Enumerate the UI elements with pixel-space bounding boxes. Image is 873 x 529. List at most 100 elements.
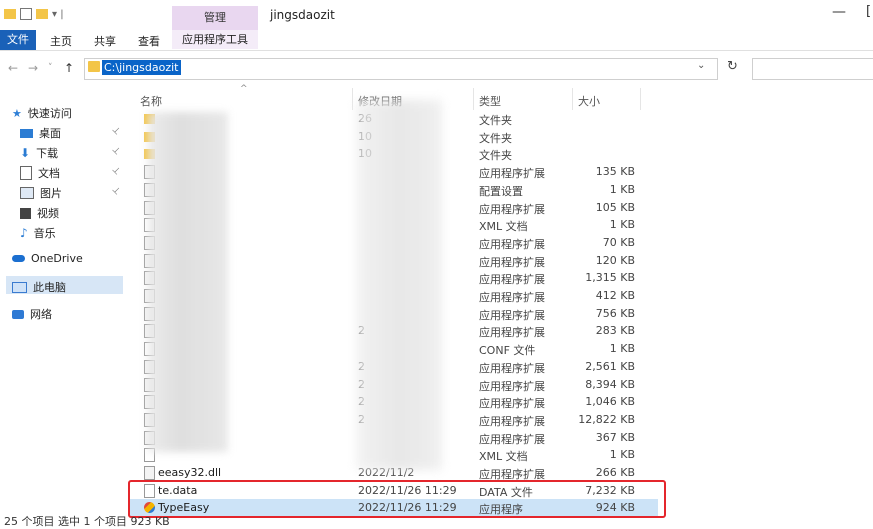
sidebar-item-network[interactable]: 网络 (12, 306, 52, 322)
tab-manage[interactable]: 管理 (172, 6, 258, 30)
redacted-region (356, 100, 442, 470)
file-type: 应用程序扩展 (479, 291, 545, 304)
sidebar-item-label: 下载 (36, 147, 59, 160)
maximize-button[interactable]: [ (866, 4, 871, 19)
pin-icon[interactable]: ⊥ (110, 125, 123, 138)
tab-view[interactable]: 查看 (138, 33, 160, 49)
new-folder-icon[interactable] (36, 9, 48, 19)
sidebar-item-label: 图片 (40, 187, 62, 200)
file-size: 8,394 KB (585, 378, 635, 391)
title-bar (0, 0, 873, 30)
sidebar-item-label: 音乐 (33, 227, 56, 240)
address-path[interactable]: C:\jingsdaozit (102, 60, 181, 75)
file-size: 266 KB (595, 466, 635, 479)
file-size: 367 KB (595, 431, 635, 444)
tab-share[interactable]: 共享 (94, 33, 116, 49)
file-type: 应用程序扩展 (479, 380, 545, 393)
file-type: 应用程序扩展 (479, 273, 545, 286)
music-icon: ♪ (20, 226, 28, 240)
up-icon[interactable]: ↑ (64, 61, 74, 75)
file-type: XML 文档 (479, 450, 528, 463)
file-size: 1,046 KB (585, 395, 635, 408)
sidebar-item-this-pc[interactable]: 此电脑 (12, 279, 66, 295)
window-title: jingsdaozit (270, 8, 335, 22)
video-icon (20, 207, 31, 219)
file-type: 应用程序扩展 (479, 433, 545, 446)
status-bar: 25 个项目 选中 1 个项目 923 KB (4, 515, 170, 528)
file-size: 70 KB (602, 236, 635, 249)
column-divider[interactable] (572, 88, 573, 110)
sidebar-item-label: 快速访问 (27, 107, 72, 120)
file-size: 412 KB (595, 289, 635, 302)
back-icon[interactable]: ← (8, 61, 18, 75)
sidebar-item-4[interactable]: 图片 (20, 185, 62, 201)
recent-locations-icon[interactable]: ˅ (48, 63, 53, 73)
file-size: 1 KB (609, 183, 635, 196)
customize-qat-button[interactable]: ▾ | (52, 9, 64, 20)
computer-icon (12, 281, 27, 293)
forward-icon[interactable]: → (28, 61, 38, 75)
sidebar-item-1[interactable]: 桌面 (20, 125, 61, 141)
file-type: 应用程序扩展 (479, 256, 545, 269)
sidebar-item-3[interactable]: 文档 (20, 165, 60, 181)
redacted-region (148, 112, 228, 452)
cloud-icon (12, 255, 25, 262)
column-divider[interactable] (473, 88, 474, 110)
file-type: 文件夹 (479, 114, 512, 127)
pin-icon[interactable]: ⊥ (110, 165, 123, 178)
sidebar-item-label: 此电脑 (33, 281, 66, 294)
column-header-size[interactable]: 大小 (578, 93, 600, 109)
star-icon: ★ (12, 106, 22, 120)
file-size: 2,561 KB (585, 360, 635, 373)
sidebar-item-label: 文档 (38, 167, 60, 180)
ribbon: 文件 主页 共享 查看 应用程序工具 (0, 30, 873, 51)
download-icon: ⬇ (20, 146, 31, 160)
refresh-icon[interactable]: ↻ (727, 59, 738, 74)
sidebar-item-label: 视频 (37, 207, 59, 220)
search-input[interactable] (752, 58, 873, 80)
file-type: 配置设置 (479, 185, 523, 198)
sidebar-item-6[interactable]: ♪ 音乐 (20, 225, 56, 241)
file-type: 应用程序扩展 (479, 397, 545, 410)
highlight-box (128, 480, 666, 518)
sidebar-item-2[interactable]: ⬇ 下载 (20, 145, 58, 161)
pin-icon[interactable]: ⊥ (110, 145, 123, 158)
file-size: 1 KB (609, 342, 635, 355)
file-size: 105 KB (595, 201, 635, 214)
file-type: 应用程序扩展 (479, 326, 545, 339)
desktop-icon (20, 128, 33, 138)
tab-app-tools[interactable]: 应用程序工具 (172, 30, 258, 50)
sidebar-item-5[interactable]: 视频 (20, 205, 59, 221)
sidebar-item-label: 桌面 (39, 127, 61, 140)
network-icon (12, 309, 24, 319)
file-type: XML 文档 (479, 220, 528, 233)
file-size: 756 KB (595, 307, 635, 320)
sidebar-item-label: 网络 (30, 308, 52, 321)
column-header-name[interactable]: 名称 (140, 93, 162, 109)
folder-icon (88, 61, 100, 72)
file-type: 应用程序扩展 (479, 167, 545, 180)
file-size: 135 KB (595, 165, 635, 178)
sidebar-item-quick-access[interactable]: ★ 快速访问 (12, 105, 72, 121)
minimize-button[interactable]: — (832, 4, 846, 20)
chevron-down-icon[interactable]: ⌄ (697, 60, 705, 71)
column-divider[interactable] (352, 88, 353, 110)
pin-icon[interactable]: ⊥ (110, 185, 123, 198)
tab-file[interactable]: 文件 (0, 30, 36, 50)
file-type: 应用程序扩展 (479, 203, 545, 216)
file-type: CONF 文件 (479, 344, 536, 357)
column-divider[interactable] (640, 88, 641, 110)
file-size: 283 KB (595, 324, 635, 337)
column-header-type[interactable]: 类型 (479, 93, 501, 109)
file-name: eeasy32.dll (158, 466, 222, 479)
tab-home[interactable]: 主页 (50, 33, 72, 49)
sidebar-item-onedrive[interactable]: OneDrive (12, 252, 83, 265)
checkbox-icon[interactable] (20, 8, 32, 20)
sort-ascending-icon: ^ (240, 84, 248, 94)
sidebar-item-label: OneDrive (31, 252, 83, 265)
file-icon (144, 466, 155, 480)
picture-icon (20, 187, 34, 199)
file-size: 1 KB (609, 448, 635, 461)
file-type: 应用程序扩展 (479, 238, 545, 251)
folder-icon[interactable] (4, 9, 16, 19)
